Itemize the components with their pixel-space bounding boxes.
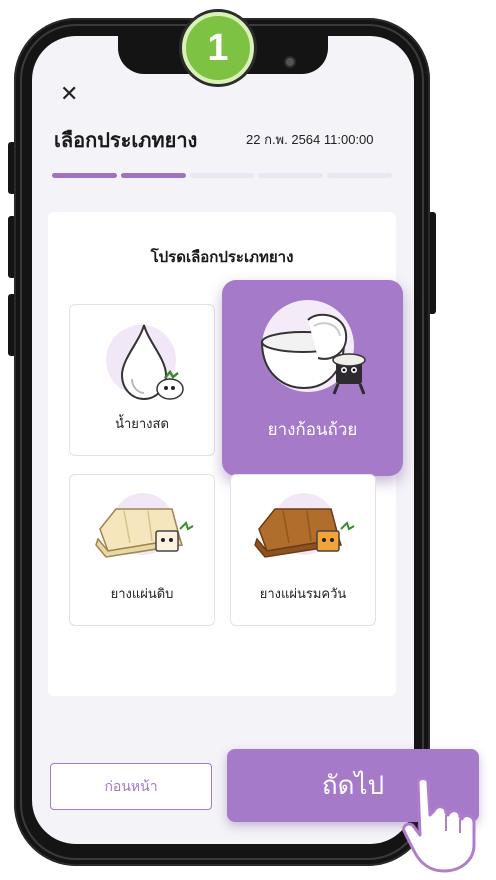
pointing-hand-icon bbox=[402, 777, 476, 873]
option-fresh-latex[interactable]: น้ำยางสด bbox=[69, 304, 215, 456]
progress-bar bbox=[52, 173, 392, 178]
back-button[interactable]: ก่อนหน้า bbox=[50, 763, 212, 810]
option-label: น้ำยางสด bbox=[115, 417, 169, 432]
close-icon[interactable]: ✕ bbox=[60, 82, 78, 107]
smoked-sheet-icon bbox=[254, 508, 355, 558]
progress-segment bbox=[327, 173, 392, 178]
option-label: ยางแผ่นรมควัน bbox=[259, 587, 347, 602]
progress-segment bbox=[120, 173, 186, 178]
progress-segment bbox=[189, 173, 255, 178]
camera-icon bbox=[286, 58, 294, 66]
option-label: ยางก้อนถ้วย bbox=[267, 420, 358, 440]
option-cup-lump[interactable]: ยางก้อนถ้วย bbox=[222, 280, 403, 476]
page-title: เลือกประเภทยาง bbox=[54, 128, 198, 152]
option-label: ยางแผ่นดิบ bbox=[110, 587, 174, 602]
latex-drop-icon bbox=[120, 324, 184, 401]
progress-segment bbox=[258, 173, 324, 178]
option-raw-sheet[interactable]: ยางแผ่นดิบ bbox=[69, 474, 215, 626]
step-badge: 1 bbox=[182, 12, 254, 84]
progress-segment bbox=[52, 173, 117, 178]
datetime: 22 ก.พ. 2564 11:00:00 bbox=[246, 132, 374, 147]
cup-lump-icon bbox=[260, 313, 366, 395]
raw-sheet-icon bbox=[95, 508, 194, 558]
option-smoked-sheet[interactable]: ยางแผ่นรมควัน bbox=[230, 474, 376, 626]
card-heading: โปรดเลือกประเภทยาง bbox=[150, 248, 294, 266]
